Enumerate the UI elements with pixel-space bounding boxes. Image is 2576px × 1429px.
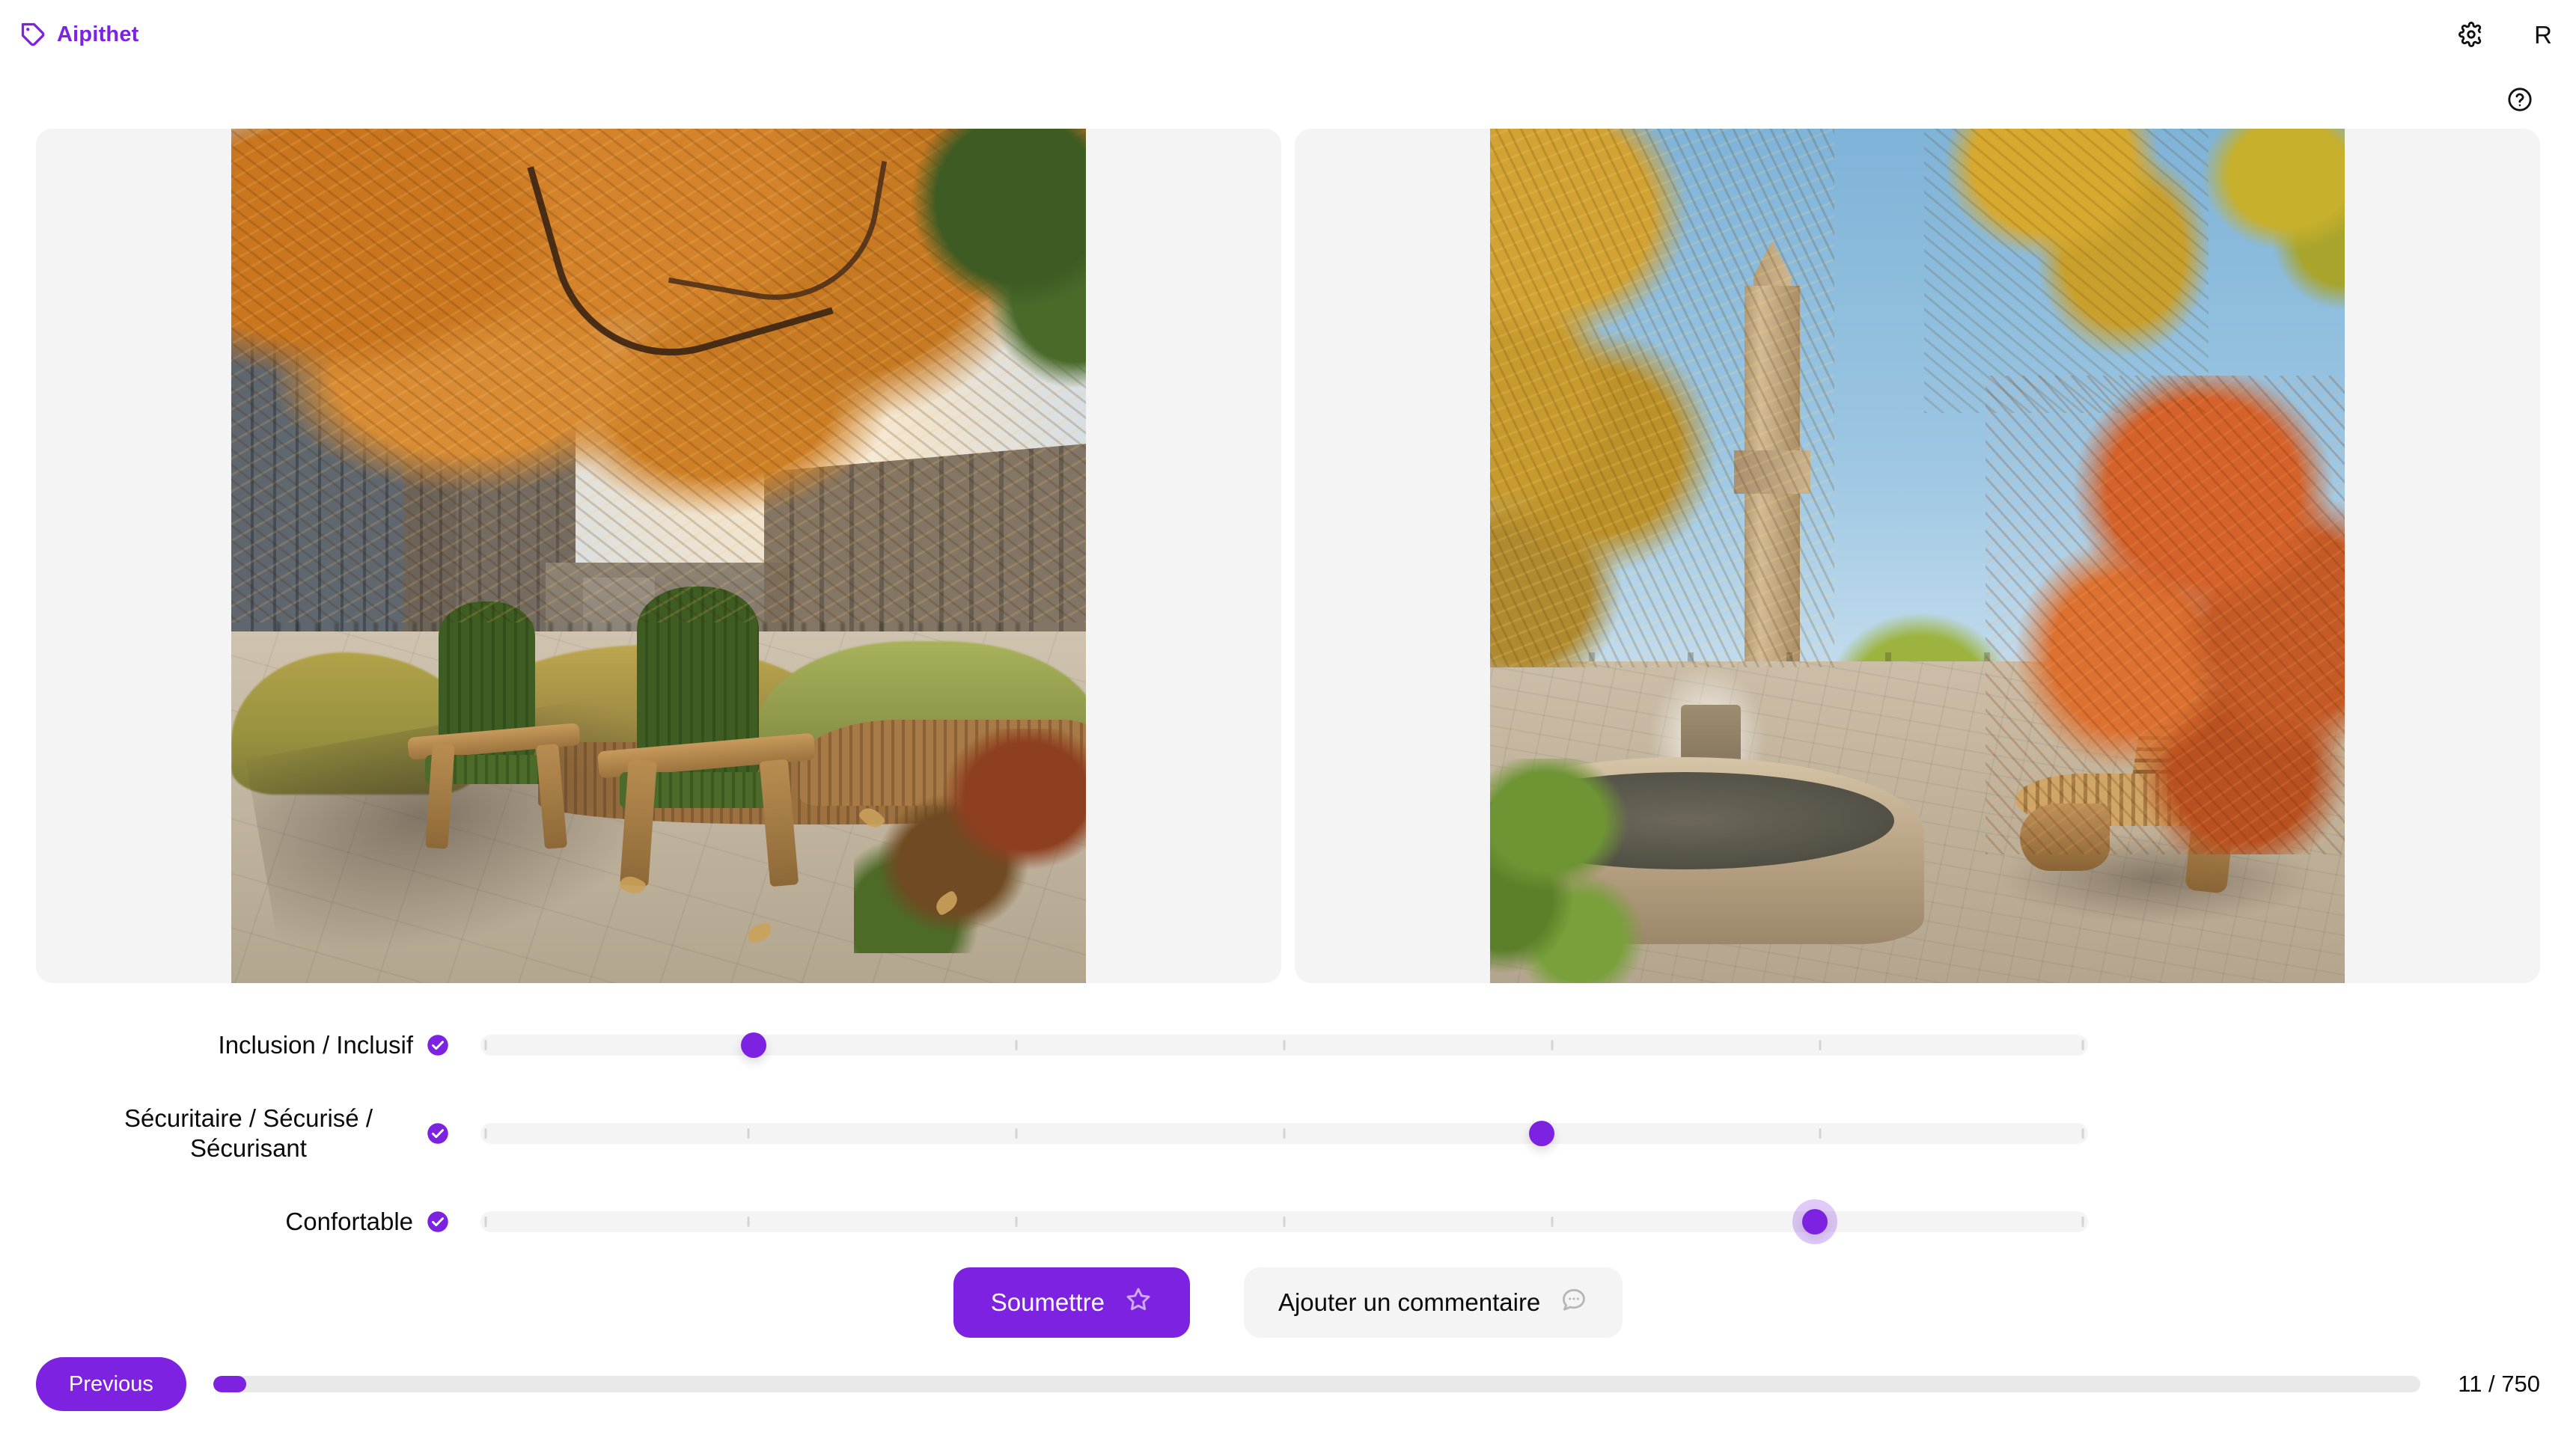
tag-icon [19, 21, 46, 48]
add-comment-button[interactable]: Ajouter un commentaire [1243, 1267, 1623, 1338]
avatar[interactable]: R [2534, 22, 2552, 47]
slider-tick [1015, 1040, 1018, 1050]
slider-tick [2081, 1217, 2084, 1227]
gear-icon[interactable] [2450, 13, 2492, 55]
slider-row-inclusion: Inclusion / Inclusif [0, 1001, 2576, 1089]
slider-tick [484, 1217, 487, 1227]
bottom-bar: Previous 11 / 750 [0, 1357, 2576, 1411]
rating-sliders: Inclusion / Inclusif Sécuritaire / Sécur… [0, 1001, 2576, 1266]
progress-bar-fill [213, 1376, 247, 1392]
submit-button[interactable]: Soumettre [953, 1267, 1190, 1338]
slider-tick [1283, 1128, 1286, 1139]
slider-tick [2081, 1128, 2084, 1139]
chair-right [596, 587, 817, 887]
brand[interactable]: Aipithet [19, 21, 139, 48]
slider-tick [747, 1217, 750, 1227]
check-circle-icon [427, 1211, 449, 1233]
slider-tick [1283, 1040, 1286, 1050]
slider-thumb[interactable] [1801, 1209, 1828, 1234]
slider-track-confortable[interactable] [480, 1209, 2088, 1234]
slider-tick [484, 1128, 487, 1139]
slider-label: Inclusion / Inclusif [218, 1030, 413, 1059]
slider-label: Sécuritaire / Sécurisé / Sécurisant [124, 1104, 373, 1162]
image-card-right[interactable] [1295, 129, 2540, 983]
slider-tick [1015, 1128, 1018, 1139]
slider-thumb[interactable] [1528, 1121, 1554, 1146]
slider-tick [1551, 1040, 1554, 1050]
slider-track-inclusion[interactable] [480, 1032, 2088, 1058]
slider-label-group: Inclusion / Inclusif [0, 1030, 449, 1060]
slider-row-securite: Sécuritaire / Sécurisé / Sécurisant [0, 1089, 2576, 1178]
slider-tick [1551, 1217, 1554, 1227]
slider-track-securite[interactable] [480, 1121, 2088, 1146]
slider-label-group: Sécuritaire / Sécurisé / Sécurisant [0, 1104, 449, 1164]
help-circle-icon[interactable] [2501, 81, 2539, 118]
top-bar: Aipithet R [0, 0, 2576, 111]
chair-left [407, 602, 581, 850]
action-buttons: Soumettre Ajouter un commentaire [0, 1267, 2576, 1338]
progress-counter: 11 / 750 [2458, 1371, 2540, 1397]
previous-button[interactable]: Previous [36, 1357, 186, 1411]
photo-left [231, 129, 1086, 983]
image-comparison-area [36, 129, 2540, 983]
slider-tick [747, 1128, 750, 1139]
add-comment-button-label: Ajouter un commentaire [1278, 1288, 1541, 1316]
slider-tick [1819, 1040, 1822, 1050]
slider-tick [2081, 1040, 2084, 1050]
slider-tick [1015, 1217, 1018, 1227]
brand-name: Aipithet [57, 22, 139, 46]
slider-tick [1283, 1217, 1286, 1227]
slider-label: Confortable [285, 1207, 413, 1235]
slider-thumb[interactable] [741, 1032, 767, 1058]
chat-bubble-icon [1560, 1285, 1588, 1320]
photo-right [1490, 129, 2345, 983]
submit-button-label: Soumettre [990, 1288, 1105, 1316]
slider-label-group: Confortable [0, 1207, 449, 1237]
image-card-left[interactable] [36, 129, 1281, 983]
star-outline-icon [1124, 1285, 1153, 1320]
top-bar-right: R [2450, 0, 2576, 69]
check-circle-icon [427, 1122, 449, 1145]
slider-tick [484, 1040, 487, 1050]
check-circle-icon [427, 1034, 449, 1056]
progress-bar[interactable] [213, 1376, 2421, 1392]
slider-tick [1819, 1128, 1822, 1139]
slider-row-confortable: Confortable [0, 1178, 2576, 1266]
